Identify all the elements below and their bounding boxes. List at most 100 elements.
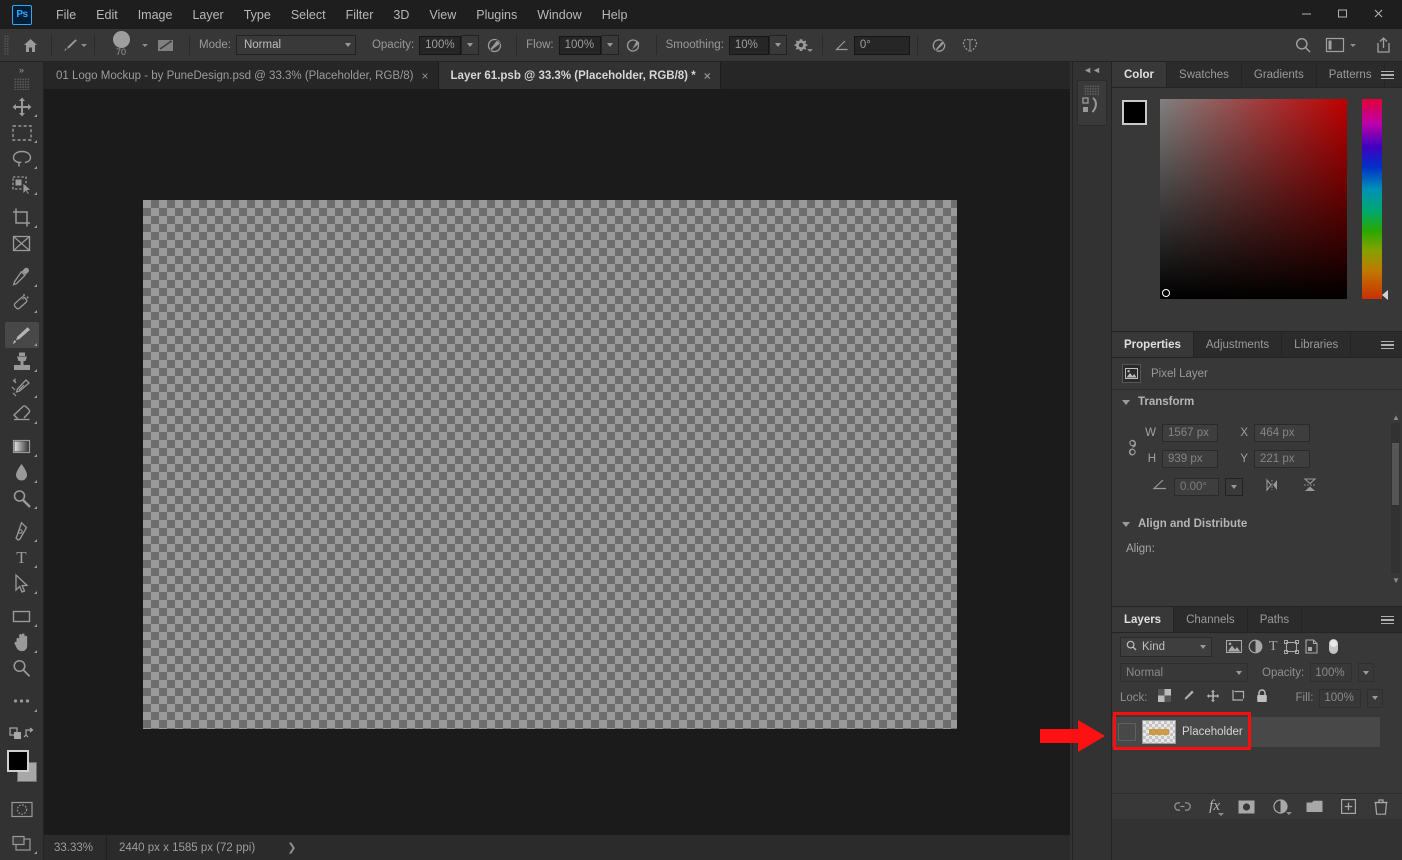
link-layers-icon[interactable] bbox=[1174, 801, 1192, 812]
panel-menu-icon[interactable] bbox=[1381, 62, 1394, 88]
new-fill-adjustment-layer-icon[interactable] bbox=[1273, 799, 1292, 815]
mini-dock-grip[interactable] bbox=[1084, 85, 1100, 95]
properties-scrollbar-thumb[interactable] bbox=[1392, 443, 1399, 505]
quick-mask-icon[interactable] bbox=[5, 796, 39, 822]
spot-healing-brush-tool[interactable] bbox=[5, 289, 39, 315]
close-icon[interactable]: × bbox=[422, 70, 429, 82]
align-distribute-section-header[interactable]: Align and Distribute bbox=[1112, 512, 1402, 536]
rotation-caret-button[interactable] bbox=[1225, 478, 1243, 496]
tab-channels[interactable]: Channels bbox=[1174, 607, 1248, 632]
document-tab[interactable]: 01 Logo Mockup - by PuneDesign.psd @ 33.… bbox=[44, 62, 439, 89]
lasso-tool[interactable] bbox=[5, 145, 39, 171]
rectangular-marquee-tool[interactable] bbox=[5, 119, 39, 145]
opacity-caret-button[interactable] bbox=[461, 35, 480, 55]
zoom-level[interactable]: 33.33% bbox=[44, 842, 106, 854]
butterfly-symmetry-icon[interactable] bbox=[955, 37, 985, 54]
filter-adjustment-icon[interactable] bbox=[1248, 639, 1263, 654]
brush-icon[interactable] bbox=[59, 37, 81, 54]
foreground-color-swatch[interactable] bbox=[6, 750, 29, 772]
menu-type[interactable]: Type bbox=[234, 0, 281, 29]
maximize-button[interactable] bbox=[1324, 2, 1360, 24]
tab-adjustments[interactable]: Adjustments bbox=[1193, 332, 1283, 357]
lock-image-pixels-icon[interactable] bbox=[1182, 689, 1195, 707]
options-bar-grip[interactable] bbox=[4, 35, 9, 55]
document-info[interactable]: 2440 px x 1585 px (72 ppi) ❯ bbox=[107, 841, 308, 855]
tab-color[interactable]: Color bbox=[1112, 62, 1168, 87]
close-icon[interactable]: × bbox=[704, 70, 711, 82]
menu-select[interactable]: Select bbox=[281, 0, 336, 29]
share-icon[interactable] bbox=[1364, 36, 1402, 54]
lock-transparent-pixels-icon[interactable] bbox=[1157, 689, 1171, 707]
layer-blend-mode-select[interactable]: Normal bbox=[1120, 663, 1248, 682]
layer-thumbnail[interactable] bbox=[1142, 720, 1176, 744]
smoothing-input[interactable]: 10% bbox=[728, 35, 769, 55]
filter-type-icon[interactable]: T bbox=[1269, 639, 1278, 655]
hand-tool[interactable] bbox=[5, 629, 39, 655]
flow-input[interactable]: 100% bbox=[558, 35, 601, 55]
search-icon[interactable] bbox=[1286, 36, 1320, 54]
object-selection-tool[interactable] bbox=[5, 171, 39, 197]
menu-file[interactable]: File bbox=[46, 0, 86, 29]
width-input[interactable]: 1567 px bbox=[1162, 424, 1218, 442]
frame-tool[interactable] bbox=[5, 230, 39, 256]
history-brush-tool[interactable] bbox=[5, 374, 39, 400]
eraser-tool[interactable] bbox=[5, 400, 39, 426]
pressure-size-icon[interactable] bbox=[925, 37, 955, 54]
gear-icon[interactable] bbox=[787, 37, 815, 53]
zoom-tool[interactable] bbox=[5, 655, 39, 681]
history-actions-icon[interactable] bbox=[1081, 95, 1103, 120]
lock-all-icon[interactable] bbox=[1256, 688, 1268, 708]
menu-edit[interactable]: Edit bbox=[86, 0, 128, 29]
toolbar-collapse-button[interactable]: » bbox=[0, 62, 43, 78]
layer-filter-kind-select[interactable]: Kind bbox=[1120, 636, 1212, 657]
x-input[interactable]: 464 px bbox=[1254, 424, 1310, 442]
smoothing-caret-button[interactable] bbox=[768, 35, 787, 55]
filter-pixel-icon[interactable] bbox=[1226, 640, 1242, 653]
tab-layers[interactable]: Layers bbox=[1112, 607, 1175, 632]
brush-settings-icon[interactable] bbox=[148, 37, 182, 54]
layer-fill-caret-button[interactable] bbox=[1367, 688, 1384, 708]
layer-visibility-toggle[interactable] bbox=[1118, 723, 1136, 741]
airbrush-icon[interactable] bbox=[619, 37, 649, 54]
path-selection-tool[interactable] bbox=[5, 570, 39, 596]
workspace-caret-icon[interactable] bbox=[1350, 43, 1356, 47]
flip-horizontal-icon[interactable] bbox=[1265, 477, 1283, 497]
brush-dropdown-caret-icon[interactable] bbox=[81, 43, 87, 47]
scroll-up-arrow-icon[interactable]: ▲ bbox=[1392, 413, 1400, 422]
eyedropper-tool[interactable] bbox=[5, 263, 39, 289]
color-panel-swatches[interactable] bbox=[1122, 100, 1162, 138]
tab-paths[interactable]: Paths bbox=[1247, 607, 1303, 632]
new-group-icon[interactable] bbox=[1306, 800, 1323, 813]
add-layer-mask-icon[interactable] bbox=[1238, 800, 1255, 814]
color-swatches[interactable] bbox=[5, 750, 39, 784]
layer-fill-input[interactable]: 100% bbox=[1319, 688, 1362, 708]
workspace-icon[interactable] bbox=[1320, 37, 1350, 53]
panel-menu-icon[interactable] bbox=[1381, 607, 1394, 633]
scroll-down-arrow-icon[interactable]: ▼ bbox=[1392, 576, 1400, 585]
menu-image[interactable]: Image bbox=[128, 0, 183, 29]
flow-caret-button[interactable] bbox=[600, 35, 619, 55]
history-actions-panel-icon-group[interactable] bbox=[1077, 80, 1107, 126]
lock-artboard-nesting-icon[interactable] bbox=[1231, 689, 1245, 707]
angle-input[interactable]: 0° bbox=[853, 35, 910, 55]
layer-row-placeholder[interactable]: Placeholder bbox=[1112, 717, 1380, 747]
height-input[interactable]: 939 px bbox=[1162, 450, 1218, 468]
clone-stamp-tool[interactable] bbox=[5, 348, 39, 374]
home-icon[interactable] bbox=[16, 37, 44, 54]
brush-tool[interactable] bbox=[4, 322, 39, 348]
layer-opacity-input[interactable]: 100% bbox=[1310, 663, 1353, 682]
delete-layer-icon[interactable] bbox=[1374, 798, 1388, 815]
blur-tool[interactable] bbox=[5, 459, 39, 485]
rotation-input[interactable]: 0.00° bbox=[1174, 478, 1219, 496]
edit-toolbar-tool[interactable] bbox=[5, 688, 39, 714]
color-field-picker[interactable] bbox=[1162, 289, 1170, 297]
brush-preset-picker[interactable]: 70 bbox=[106, 31, 136, 57]
chevron-right-icon[interactable]: ❯ bbox=[287, 841, 296, 854]
foreground-color-swatch[interactable] bbox=[1122, 100, 1147, 125]
menu-plugins[interactable]: Plugins bbox=[466, 0, 527, 29]
panel-menu-icon[interactable] bbox=[1381, 332, 1394, 358]
lock-position-icon[interactable] bbox=[1206, 689, 1220, 708]
toolbar-grip[interactable] bbox=[13, 78, 30, 90]
minimize-button[interactable] bbox=[1288, 2, 1324, 24]
tab-gradients[interactable]: Gradients bbox=[1241, 62, 1317, 87]
